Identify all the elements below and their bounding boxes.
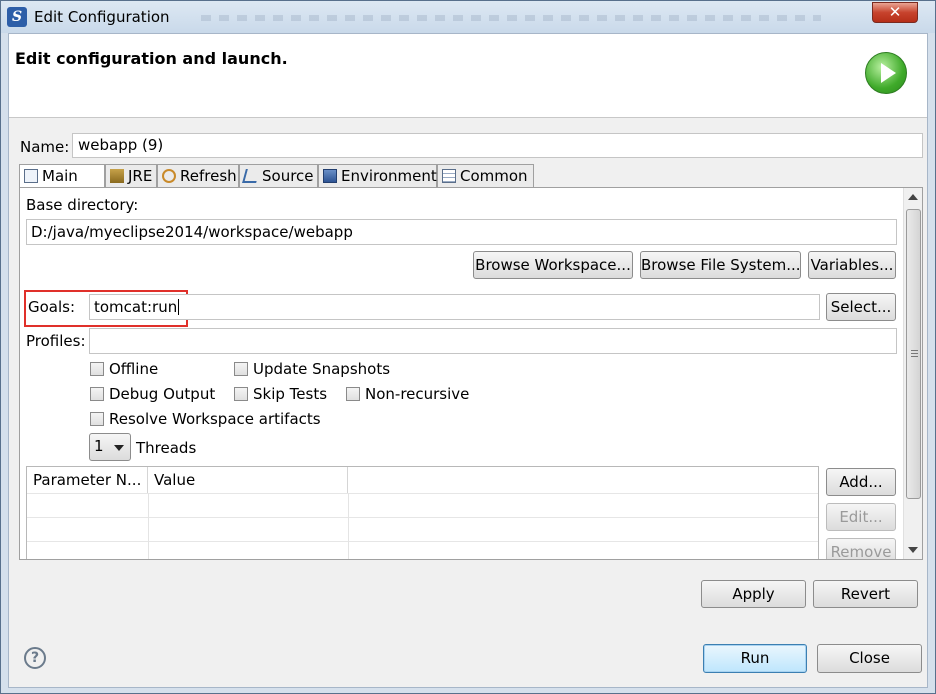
dialog-header: Edit configuration and launch. bbox=[9, 34, 927, 118]
debug-output-checkbox[interactable]: Debug Output bbox=[90, 385, 215, 403]
parameters-table[interactable]: Parameter N... Value bbox=[26, 466, 819, 559]
checkbox-box[interactable] bbox=[234, 362, 248, 376]
tab-source[interactable]: Source bbox=[239, 164, 318, 188]
table-row[interactable] bbox=[27, 493, 818, 517]
table-row[interactable] bbox=[27, 541, 818, 559]
browse-file-system-button[interactable]: Browse File System... bbox=[640, 251, 801, 279]
tab-environment[interactable]: Environment bbox=[318, 164, 437, 188]
tab-common[interactable]: Common bbox=[437, 164, 534, 188]
checkbox-box[interactable] bbox=[346, 387, 360, 401]
main-tab-icon bbox=[24, 169, 38, 183]
base-directory-input[interactable]: D:/java/myeclipse2014/workspace/webapp bbox=[26, 219, 897, 245]
base-directory-label: Base directory: bbox=[26, 196, 139, 214]
close-window-button[interactable]: ✕ bbox=[872, 2, 918, 23]
checkbox-label: Skip Tests bbox=[253, 385, 328, 403]
non-recursive-checkbox[interactable]: Non-recursive bbox=[346, 385, 469, 403]
column-divider bbox=[148, 493, 149, 559]
offline-checkbox[interactable]: Offline bbox=[90, 360, 158, 378]
title-bar[interactable]: S Edit Configuration ✕ bbox=[1, 1, 935, 33]
column-header-value[interactable]: Value bbox=[148, 467, 348, 493]
tab-label: Source bbox=[262, 167, 314, 185]
refresh-icon bbox=[162, 169, 176, 183]
checkbox-box[interactable] bbox=[90, 412, 104, 426]
name-label: Name: bbox=[20, 138, 70, 156]
goals-label: Goals: bbox=[28, 298, 76, 316]
scrollbar-thumb[interactable] bbox=[906, 209, 921, 499]
goals-value: tomcat:run bbox=[94, 298, 178, 316]
checkbox-label: Offline bbox=[109, 360, 159, 378]
checkbox-box[interactable] bbox=[90, 362, 104, 376]
add-parameter-button[interactable]: Add... bbox=[826, 468, 896, 496]
update-snapshots-checkbox[interactable]: Update Snapshots bbox=[234, 360, 390, 378]
text-cursor bbox=[178, 299, 180, 315]
tab-bar: Main JRE Refresh Source Environment Comm… bbox=[19, 164, 923, 189]
threads-dropdown[interactable]: 1 bbox=[89, 433, 131, 461]
source-icon bbox=[242, 169, 260, 183]
help-icon[interactable]: ? bbox=[24, 647, 46, 669]
tab-label: Common bbox=[460, 167, 528, 185]
background-toolbar bbox=[201, 15, 821, 21]
checkbox-label: Non-recursive bbox=[365, 385, 470, 403]
window-title: Edit Configuration bbox=[34, 8, 170, 26]
checkbox-label: Update Snapshots bbox=[253, 360, 391, 378]
column-header-parameter[interactable]: Parameter N... bbox=[27, 467, 148, 493]
revert-button[interactable]: Revert bbox=[813, 580, 918, 608]
grip-icon bbox=[911, 350, 918, 359]
variables-button[interactable]: Variables... bbox=[808, 251, 896, 279]
tab-label: Main bbox=[42, 167, 78, 185]
tab-jre[interactable]: JRE bbox=[105, 164, 157, 188]
tab-label: JRE bbox=[128, 167, 153, 185]
column-header-blank bbox=[348, 467, 818, 493]
checkbox-box[interactable] bbox=[234, 387, 248, 401]
browse-workspace-button[interactable]: Browse Workspace... bbox=[473, 251, 633, 279]
resolve-workspace-checkbox[interactable]: Resolve Workspace artifacts bbox=[90, 410, 321, 428]
tab-refresh[interactable]: Refresh bbox=[157, 164, 239, 188]
scroll-down-arrow-icon[interactable] bbox=[908, 547, 918, 553]
close-button[interactable]: Close bbox=[817, 644, 922, 673]
column-divider bbox=[348, 493, 349, 559]
panel-scrollbar[interactable] bbox=[903, 188, 922, 559]
jre-icon bbox=[110, 169, 124, 183]
chevron-down-icon[interactable] bbox=[114, 445, 124, 451]
tab-main[interactable]: Main bbox=[19, 164, 105, 189]
page-title: Edit configuration and launch. bbox=[15, 49, 288, 68]
tab-label: Refresh bbox=[180, 167, 237, 185]
profiles-label: Profiles: bbox=[26, 332, 86, 350]
tab-label: Environment bbox=[341, 167, 437, 185]
checkbox-label: Resolve Workspace artifacts bbox=[109, 410, 321, 428]
run-button[interactable]: Run bbox=[703, 644, 807, 673]
profiles-input[interactable] bbox=[89, 328, 897, 354]
apply-button[interactable]: Apply bbox=[701, 580, 806, 608]
run-launch-icon bbox=[865, 52, 907, 94]
threads-label: Threads bbox=[136, 439, 197, 457]
dialog-client-area: Edit configuration and launch. Name: web… bbox=[8, 33, 928, 688]
table-row[interactable] bbox=[27, 517, 818, 541]
goals-input[interactable]: tomcat:run bbox=[89, 294, 820, 320]
main-tab-content: Base directory: D:/java/myeclipse2014/wo… bbox=[20, 188, 903, 559]
scroll-up-arrow-icon[interactable] bbox=[908, 194, 918, 200]
environment-icon bbox=[323, 169, 337, 183]
threads-value: 1 bbox=[94, 437, 104, 455]
remove-parameter-button[interactable]: Remove bbox=[826, 538, 896, 559]
goals-select-button[interactable]: Select... bbox=[826, 293, 896, 321]
main-tab-panel: Base directory: D:/java/myeclipse2014/wo… bbox=[19, 187, 923, 560]
checkbox-box[interactable] bbox=[90, 387, 104, 401]
edit-configuration-window: S Edit Configuration ✕ Edit configuratio… bbox=[0, 0, 936, 694]
name-input[interactable]: webapp (9) bbox=[72, 133, 923, 158]
checkbox-label: Debug Output bbox=[109, 385, 216, 403]
common-icon bbox=[442, 169, 456, 183]
skip-tests-checkbox[interactable]: Skip Tests bbox=[234, 385, 327, 403]
edit-parameter-button[interactable]: Edit... bbox=[826, 503, 896, 531]
app-icon: S bbox=[7, 7, 27, 27]
